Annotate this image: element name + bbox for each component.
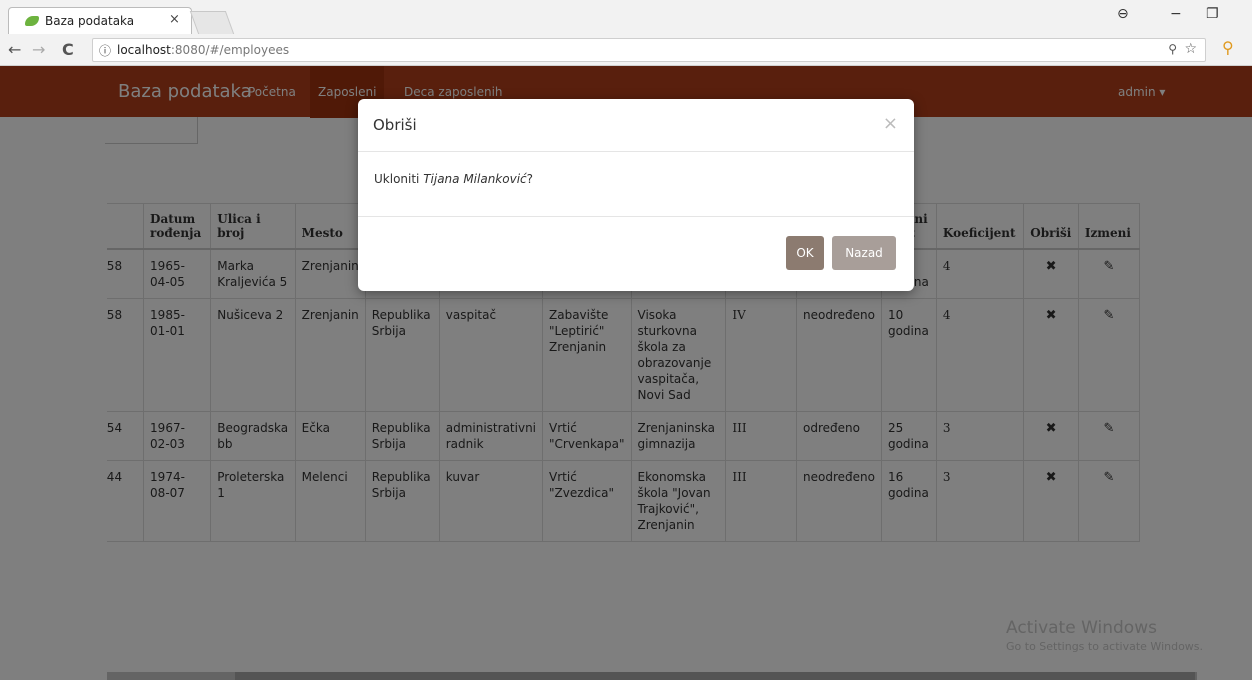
- browser-toolbar: ← → C ⓘ localhost:8080/#/employees ⚲ ☆: [0, 34, 1252, 66]
- account-icon[interactable]: ⊖: [1117, 6, 1129, 22]
- employee-name: Tijana Milanković: [423, 172, 527, 186]
- leaf-favicon-icon: [25, 16, 39, 26]
- message-prefix: Ukloniti: [374, 172, 424, 186]
- modal-title: Obriši: [373, 116, 417, 134]
- new-tab-button[interactable]: [189, 11, 235, 34]
- modal-message: Ukloniti Tijana Milanković?: [374, 172, 533, 186]
- key-icon[interactable]: ⚲: [1168, 42, 1177, 56]
- modal-header: Obriši ×: [358, 99, 914, 152]
- address-bar[interactable]: ⓘ localhost:8080/#/employees ⚲ ☆: [92, 38, 1206, 62]
- browser-tabstrip: Baza podataka × ⊖ − ❐: [0, 0, 1252, 35]
- browser-tab[interactable]: Baza podataka ×: [8, 7, 192, 35]
- modal-body: Ukloniti Tijana Milanković?: [358, 152, 914, 217]
- back-icon[interactable]: ←: [8, 40, 21, 59]
- close-icon[interactable]: ×: [883, 113, 898, 134]
- tab-title: Baza podataka: [45, 14, 135, 28]
- url-text[interactable]: localhost:8080/#/employees: [117, 43, 289, 57]
- message-suffix: ?: [526, 172, 534, 186]
- url-path: :8080/#/employees: [170, 43, 290, 57]
- nazad-button[interactable]: Nazad: [832, 236, 896, 270]
- url-host: localhost: [117, 43, 171, 57]
- restore-button[interactable]: ❐: [1206, 6, 1219, 22]
- extension-icon[interactable]: ⚲: [1222, 38, 1234, 57]
- tab-close-icon[interactable]: ×: [169, 12, 180, 27]
- info-icon[interactable]: ⓘ: [99, 42, 111, 59]
- delete-modal: Obriši × Ukloniti Tijana Milanković? OK …: [358, 99, 914, 291]
- reload-icon[interactable]: C: [62, 40, 74, 59]
- bookmark-star-icon[interactable]: ☆: [1184, 41, 1197, 57]
- ok-button[interactable]: OK: [786, 236, 824, 270]
- minimize-button[interactable]: −: [1170, 6, 1182, 22]
- forward-icon[interactable]: →: [32, 40, 45, 59]
